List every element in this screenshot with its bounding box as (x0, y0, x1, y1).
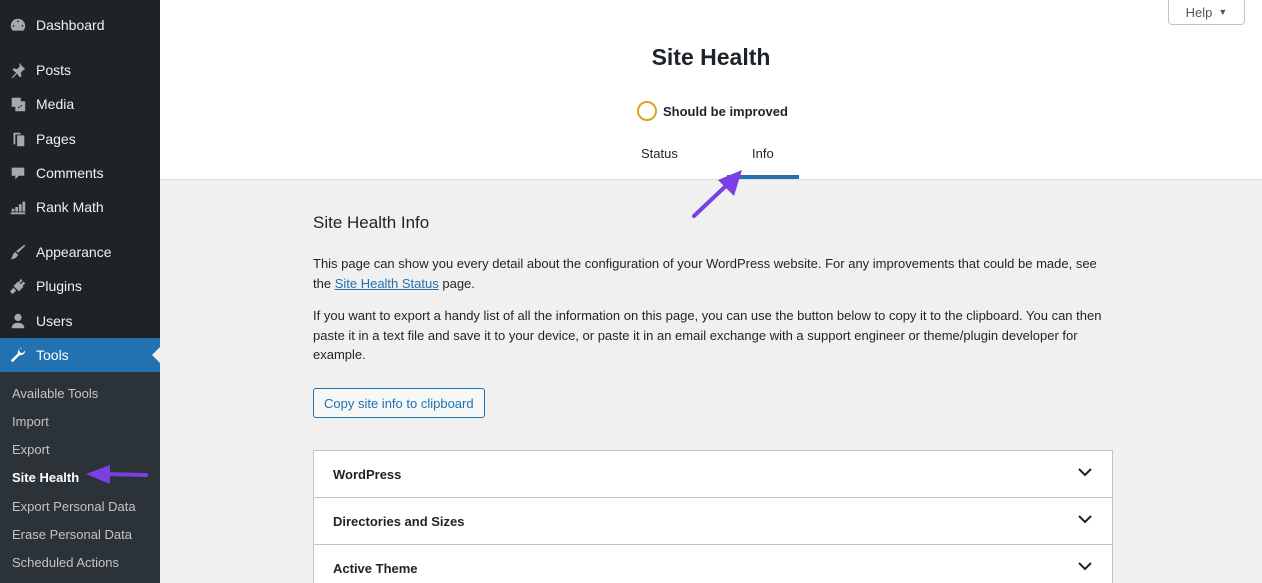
sidebar-item-label: Tools (36, 347, 69, 363)
tab-status[interactable]: Status (641, 146, 678, 161)
status-circle-icon (637, 101, 657, 121)
health-status: Should be improved (637, 101, 788, 121)
site-health-header: Help ▼ Site Health Should be improved St… (160, 0, 1262, 180)
page-title: Site Health (651, 44, 771, 70)
intro-text-after: page. (438, 275, 475, 291)
site-health-info-section: Site Health Info This page can show you … (313, 213, 1113, 418)
copy-site-info-button[interactable]: Copy site info to clipboard (313, 388, 485, 418)
sidebar-item-media[interactable]: Media (0, 87, 160, 121)
chevron-down-icon (1077, 558, 1093, 579)
submenu-item-scheduled-actions[interactable]: Scheduled Actions (12, 555, 119, 570)
submenu-item-export-personal-data[interactable]: Export Personal Data (12, 499, 136, 514)
admin-sidebar: Dashboard Posts Media Pages Comments Ran… (0, 0, 160, 583)
sidebar-item-tools[interactable]: Tools (0, 338, 160, 372)
tools-submenu: Available Tools Import Export Site Healt… (0, 372, 160, 583)
dashboard-icon (0, 16, 36, 34)
sidebar-item-label: Posts (36, 62, 72, 78)
wrench-icon (0, 346, 36, 364)
info-accordion: WordPress Directories and Sizes Active T… (313, 450, 1113, 583)
site-health-status-link[interactable]: Site Health Status (335, 276, 439, 291)
tab-info[interactable]: Info (752, 146, 774, 161)
sidebar-item-rank-math[interactable]: Rank Math (0, 190, 160, 224)
current-menu-pointer (152, 347, 160, 363)
chart-icon (0, 198, 36, 216)
sidebar-item-dashboard[interactable]: Dashboard (0, 8, 160, 42)
sidebar-item-comments[interactable]: Comments (0, 156, 160, 190)
accordion-label: Directories and Sizes (333, 513, 465, 529)
caret-down-icon: ▼ (1218, 7, 1228, 17)
submenu-item-erase-personal-data[interactable]: Erase Personal Data (12, 527, 132, 542)
sidebar-item-pages[interactable]: Pages (0, 122, 160, 156)
submenu-item-site-health[interactable]: Site Health (12, 470, 79, 485)
submenu-item-export[interactable]: Export (12, 442, 50, 457)
sidebar-item-appearance[interactable]: Appearance (0, 235, 160, 269)
submenu-item-available-tools[interactable]: Available Tools (12, 386, 98, 401)
chevron-down-icon (1077, 464, 1093, 485)
help-button[interactable]: Help ▼ (1168, 0, 1245, 25)
export-paragraph: If you want to export a handy list of al… (313, 308, 1102, 362)
media-icon (0, 95, 36, 113)
sidebar-item-label: Media (36, 96, 75, 112)
help-label: Help (1185, 4, 1213, 20)
sidebar-item-label: Pages (36, 131, 76, 147)
chevron-down-icon (1077, 511, 1093, 532)
sidebar-item-label: Plugins (36, 278, 82, 294)
user-icon (0, 312, 36, 330)
accordion-row-active-theme[interactable]: Active Theme (314, 545, 1112, 583)
sidebar-item-plugins[interactable]: Plugins (0, 269, 160, 303)
sidebar-item-label: Appearance (36, 244, 112, 260)
sidebar-item-label: Users (36, 313, 73, 329)
page-icon (0, 130, 36, 148)
sidebar-item-label: Rank Math (36, 199, 104, 215)
status-text: Should be improved (663, 103, 788, 119)
sidebar-item-users[interactable]: Users (0, 304, 160, 338)
sidebar-item-posts[interactable]: Posts (0, 53, 160, 87)
accordion-label: Active Theme (333, 561, 418, 576)
accordion-row-wordpress[interactable]: WordPress (314, 451, 1112, 498)
plug-icon (0, 277, 36, 295)
pin-icon (0, 61, 36, 79)
active-tab-indicator (727, 175, 799, 179)
sidebar-item-label: Dashboard (36, 17, 105, 33)
brush-icon (0, 243, 36, 261)
accordion-label: WordPress (333, 466, 402, 482)
accordion-row-directories-and-sizes[interactable]: Directories and Sizes (314, 498, 1112, 545)
intro-paragraph: This page can show you every detail abou… (313, 254, 1113, 293)
section-title: Site Health Info (313, 213, 430, 232)
comment-icon (0, 164, 36, 182)
sidebar-item-label: Comments (36, 165, 104, 181)
submenu-item-import[interactable]: Import (12, 414, 49, 429)
